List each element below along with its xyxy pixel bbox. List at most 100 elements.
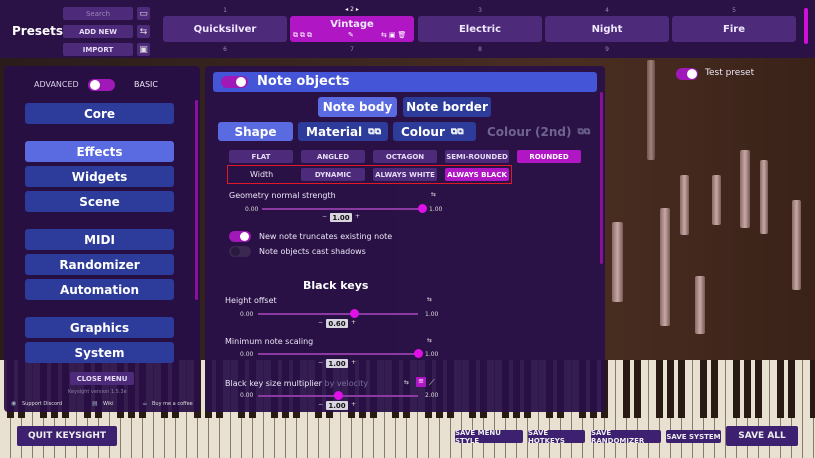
- tab-note-body[interactable]: Note body: [318, 97, 397, 117]
- increment-button[interactable]: +: [351, 319, 356, 326]
- sidebar-item-automation[interactable]: Automation: [25, 279, 174, 300]
- shape-flat-button[interactable]: FLAT: [229, 150, 293, 163]
- save-menu-style-button[interactable]: SAVE MENU STYLE: [455, 429, 523, 445]
- sidebar-item-core[interactable]: Core: [25, 103, 174, 124]
- preset-page-nav[interactable]: ◂ 2 ▸: [290, 6, 414, 13]
- decrement-button[interactable]: −: [318, 359, 323, 366]
- size-mult-value-field[interactable]: 1.00: [326, 401, 348, 410]
- copy-icon[interactable]: ⧉⧉: [578, 127, 591, 137]
- panel-scrollbar[interactable]: [600, 92, 603, 264]
- wiki-icon[interactable]: ▤: [92, 400, 98, 407]
- quit-button[interactable]: QUIT KEYSIGHT: [17, 426, 117, 446]
- save-randomizer-button[interactable]: SAVE RANDOMIZER: [591, 429, 661, 445]
- coffee-icon[interactable]: ☕: [142, 400, 147, 407]
- copy-icon[interactable]: ⧉⧉: [451, 127, 464, 137]
- decrement-button[interactable]: −: [318, 401, 323, 408]
- shape-angled-button[interactable]: ANGLED: [301, 150, 365, 163]
- edit-icon[interactable]: ✎: [348, 31, 356, 39]
- save-system-button[interactable]: SAVE SYSTEM: [666, 430, 721, 443]
- sidebar-item-midi[interactable]: MIDI: [25, 229, 174, 250]
- preset-electric[interactable]: Electric: [418, 16, 542, 42]
- velocity-mode-icon[interactable]: ≡: [416, 377, 426, 387]
- height-offset-thumb[interactable]: [349, 309, 359, 318]
- increment-button[interactable]: +: [351, 359, 356, 366]
- wiki-link[interactable]: Wiki: [103, 401, 114, 407]
- test-preset-label: Test preset: [705, 68, 755, 78]
- preset-quicksilver[interactable]: Quicksilver: [163, 16, 287, 42]
- preset-fire[interactable]: Fire: [672, 16, 796, 42]
- width-always-black-button[interactable]: ALWAYS BLACK: [445, 168, 509, 181]
- tab-colour-2nd[interactable]: Colour (2nd) ⧉⧉: [481, 122, 593, 141]
- test-preset-toggle[interactable]: [676, 68, 698, 80]
- sidebar-item-scene[interactable]: Scene: [25, 191, 174, 212]
- increment-button[interactable]: +: [355, 213, 360, 220]
- preset-search-input[interactable]: Search: [63, 7, 133, 20]
- piano-black-key: [678, 360, 685, 418]
- size-mult-label: Black key size multiplier by velocity: [225, 379, 368, 388]
- save-icon[interactable]: ▣: [137, 43, 150, 56]
- sidebar-scrollbar[interactable]: [195, 100, 198, 300]
- tab-colour-label: Colour: [401, 124, 445, 139]
- slider-max-label: 2.00: [425, 392, 439, 399]
- geometry-value-field[interactable]: 1.00: [330, 213, 352, 222]
- support-discord-link[interactable]: Support Discord: [22, 401, 62, 407]
- add-new-button[interactable]: ADD NEW: [63, 25, 133, 38]
- close-menu-button[interactable]: CLOSE MENU: [70, 372, 134, 385]
- piano-black-key: [788, 360, 795, 418]
- geometry-slider-thumb[interactable]: [417, 204, 427, 213]
- preset-scrollbar[interactable]: [804, 8, 808, 44]
- reset-icon[interactable]: ⇆: [404, 379, 409, 386]
- folder-icon[interactable]: ▭: [137, 7, 150, 20]
- shape-rounded-button[interactable]: ROUNDED: [517, 150, 581, 163]
- save-all-button[interactable]: SAVE ALL: [726, 426, 798, 446]
- sidebar-item-effects[interactable]: Effects: [25, 141, 174, 162]
- sidebar-item-system[interactable]: System: [25, 342, 174, 363]
- decrement-button[interactable]: −: [318, 319, 323, 326]
- preset-night[interactable]: Night: [545, 16, 669, 42]
- sidebar-item-graphics[interactable]: Graphics: [25, 317, 174, 338]
- size-mult-label-text: Black key size multiplier: [225, 379, 322, 388]
- save-hotkeys-button[interactable]: SAVE HOTKEYS: [528, 429, 585, 445]
- reset-icon[interactable]: ⇆: [427, 337, 432, 344]
- reset-icon[interactable]: ⇆: [431, 191, 436, 198]
- tab-material[interactable]: Material ⧉⧉: [298, 122, 388, 141]
- copy-icon[interactable]: ⧉⧉: [368, 127, 381, 137]
- piano-black-key: [810, 360, 815, 418]
- import-button[interactable]: IMPORT: [63, 43, 133, 56]
- note-bar: [792, 200, 801, 290]
- panel-title: Note objects: [257, 74, 350, 89]
- width-always-white-button[interactable]: ALWAYS WHITE: [373, 168, 437, 181]
- height-offset-value-field[interactable]: 0.60: [326, 319, 348, 328]
- truncate-note-toggle[interactable]: [229, 231, 251, 242]
- shape-octagon-button[interactable]: OCTAGON: [373, 150, 437, 163]
- min-scaling-thumb[interactable]: [413, 349, 423, 358]
- tab-note-border[interactable]: Note border: [403, 97, 491, 117]
- height-offset-track[interactable]: [258, 313, 418, 315]
- cast-shadows-toggle[interactable]: [229, 246, 251, 257]
- min-scaling-track[interactable]: [258, 353, 418, 355]
- size-mult-thumb[interactable]: [333, 391, 343, 400]
- sidebar-item-randomizer[interactable]: Randomizer: [25, 254, 174, 275]
- curve-icon[interactable]: ⟋: [429, 378, 435, 388]
- tab-colour[interactable]: Colour ⧉⧉: [393, 122, 476, 141]
- sidebar-item-widgets[interactable]: Widgets: [25, 166, 174, 187]
- shape-semi-rounded-button[interactable]: SEMI-ROUNDED: [445, 150, 509, 163]
- preset-vintage-label: Vintage: [330, 19, 374, 30]
- preset-actions-icons[interactable]: ⧉⧉⧉: [293, 31, 314, 40]
- min-scaling-value-field[interactable]: 1.00: [326, 359, 348, 368]
- buy-coffee-link[interactable]: Buy me a coffee: [152, 401, 193, 407]
- note-bar: [647, 60, 655, 160]
- discord-icon[interactable]: ◉: [11, 400, 16, 407]
- piano-black-key: [634, 360, 641, 418]
- note-objects-toggle[interactable]: [221, 76, 248, 88]
- width-dynamic-button[interactable]: DYNAMIC: [301, 168, 365, 181]
- preset-tools-icons[interactable]: ⇆▣🗑: [381, 31, 408, 39]
- slider-min-label: 0.00: [240, 392, 254, 399]
- swap-icon[interactable]: ⇆: [137, 25, 150, 38]
- geometry-slider-track[interactable]: [262, 208, 422, 210]
- reset-icon[interactable]: ⇆: [427, 296, 432, 303]
- tab-shape[interactable]: Shape: [218, 122, 293, 141]
- increment-button[interactable]: +: [351, 401, 356, 408]
- decrement-button[interactable]: −: [322, 213, 327, 220]
- advanced-basic-toggle[interactable]: [88, 79, 115, 91]
